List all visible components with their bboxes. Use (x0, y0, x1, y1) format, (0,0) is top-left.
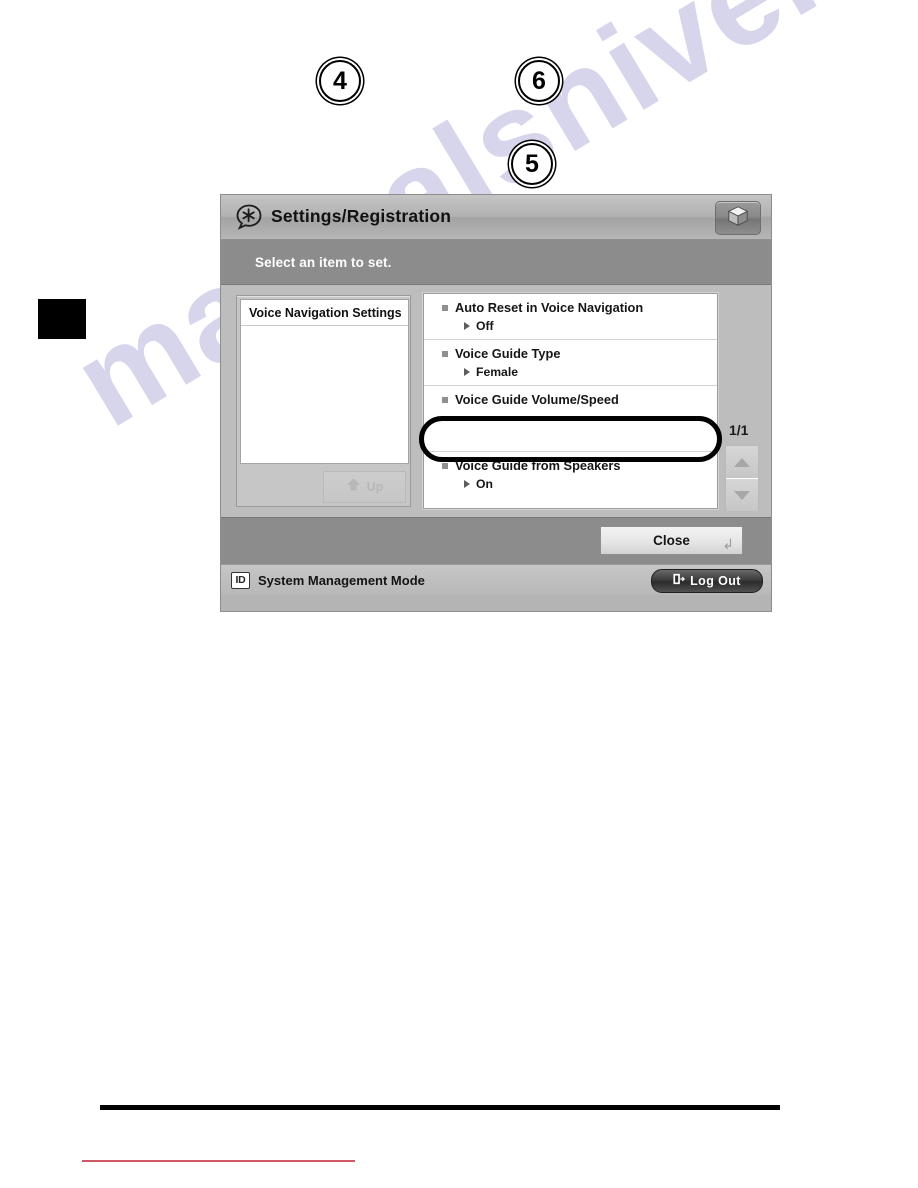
instruction-bar: Select an item to set. (221, 240, 771, 285)
settings-asterisk-icon (235, 204, 263, 230)
up-button[interactable]: Up (323, 471, 406, 503)
screen-body: Voice Navigation Settings Up Auto Reset … (221, 285, 771, 517)
square-bullet-icon (442, 396, 448, 403)
enter-arrow-icon: ↲ (722, 536, 734, 552)
voice-navigation-header: Voice Navigation Settings (241, 300, 408, 326)
logout-button[interactable]: Log Out (651, 569, 763, 593)
settings-list-panel: Auto Reset in Voice Navigation Off Voice… (423, 293, 718, 509)
triangle-right-icon (464, 368, 470, 376)
page-indicator: 1/1 (729, 422, 749, 438)
device-screen: Settings/Registration Select an item to … (220, 194, 772, 612)
voice-navigation-list[interactable]: Voice Navigation Settings (240, 299, 409, 464)
close-button[interactable]: Close ↲ (600, 526, 743, 555)
scroll-buttons (725, 445, 759, 511)
list-item-title: Auto Reset in Voice Navigation (455, 300, 644, 315)
voice-navigation-panel: Voice Navigation Settings Up (236, 295, 411, 507)
triangle-down-icon (734, 490, 750, 500)
footer-rule (100, 1105, 780, 1110)
instruction-text: Select an item to set. (255, 254, 392, 270)
up-button-label: Up (366, 480, 384, 494)
triangle-up-icon (734, 457, 750, 467)
list-item[interactable]: Voice Guide Volume/Speed (424, 386, 717, 452)
status-bar: ID System Management Mode Log Out (221, 564, 771, 595)
list-item-value: Female (476, 365, 519, 379)
logout-button-label: Log Out (690, 574, 741, 588)
margin-chapter-tab (38, 299, 86, 339)
triangle-right-icon (464, 322, 470, 330)
system-mode-text: System Management Mode (258, 572, 425, 588)
step-callout-4: 4 (319, 60, 361, 102)
step-callout-6: 6 (518, 60, 560, 102)
id-badge-icon: ID (231, 571, 250, 589)
scroll-down-button[interactable] (726, 478, 758, 511)
exit-door-icon (673, 572, 686, 590)
close-bar: Close ↲ (221, 517, 771, 564)
square-bullet-icon (442, 350, 448, 357)
list-item-title: Voice Guide Volume/Speed (455, 392, 619, 407)
arrow-up-icon (346, 477, 361, 497)
list-item-value: Off (476, 319, 494, 333)
list-item-spacer (424, 408, 717, 446)
screen-titlebar: Settings/Registration (221, 195, 771, 240)
list-item-selected[interactable]: Voice Guide from Speakers On (424, 452, 717, 497)
list-item-value: On (476, 477, 493, 491)
close-button-label: Close (653, 533, 690, 548)
list-item-title: Voice Guide Type (455, 346, 561, 361)
scroll-up-button[interactable] (726, 446, 758, 478)
triangle-right-icon (464, 480, 470, 488)
list-item[interactable]: Voice Guide Type Female (424, 340, 717, 386)
list-item-title: Voice Guide from Speakers (455, 458, 621, 473)
footer-accent-rule (82, 1160, 355, 1162)
square-bullet-icon (442, 462, 448, 469)
screen-title: Settings/Registration (271, 206, 452, 226)
list-item[interactable]: Auto Reset in Voice Navigation Off (424, 294, 717, 340)
cube-icon (726, 204, 750, 233)
step-callout-5: 5 (511, 143, 553, 185)
cube-icon-button[interactable] (715, 201, 761, 235)
square-bullet-icon (442, 304, 448, 311)
